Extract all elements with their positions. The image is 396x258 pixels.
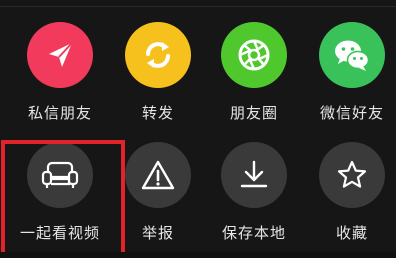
share-sheet: 私信朋友 转发 朋友圈 微信好友 一起看视频 举报 保存本地 收藏 xyxy=(0,0,396,258)
save-local-button[interactable]: 保存本地 xyxy=(206,142,302,252)
repost-button[interactable]: 转发 xyxy=(110,22,206,132)
share-private-message-label: 私信朋友 xyxy=(27,104,92,122)
download-icon xyxy=(221,142,287,208)
moments-button[interactable]: 朋友圈 xyxy=(206,22,302,132)
repost-label: 转发 xyxy=(141,104,174,122)
divider xyxy=(0,6,396,7)
warning-icon xyxy=(125,142,191,208)
report-label: 举报 xyxy=(141,224,174,242)
share-private-message-button[interactable]: 私信朋友 xyxy=(12,22,108,132)
save-local-label: 保存本地 xyxy=(221,224,286,242)
favorite-button[interactable]: 收藏 xyxy=(304,142,396,252)
bottom-edge xyxy=(0,252,396,258)
send-icon xyxy=(27,22,93,88)
moments-label: 朋友圈 xyxy=(229,104,278,122)
wechat-friend-button[interactable]: 微信好友 xyxy=(304,22,396,132)
wechat-icon xyxy=(319,22,385,88)
favorite-label: 收藏 xyxy=(335,224,368,242)
repost-icon xyxy=(125,22,191,88)
star-icon xyxy=(319,142,385,208)
moments-icon xyxy=(221,22,287,88)
highlight-box xyxy=(1,140,125,256)
wechat-friend-label: 微信好友 xyxy=(319,104,384,122)
